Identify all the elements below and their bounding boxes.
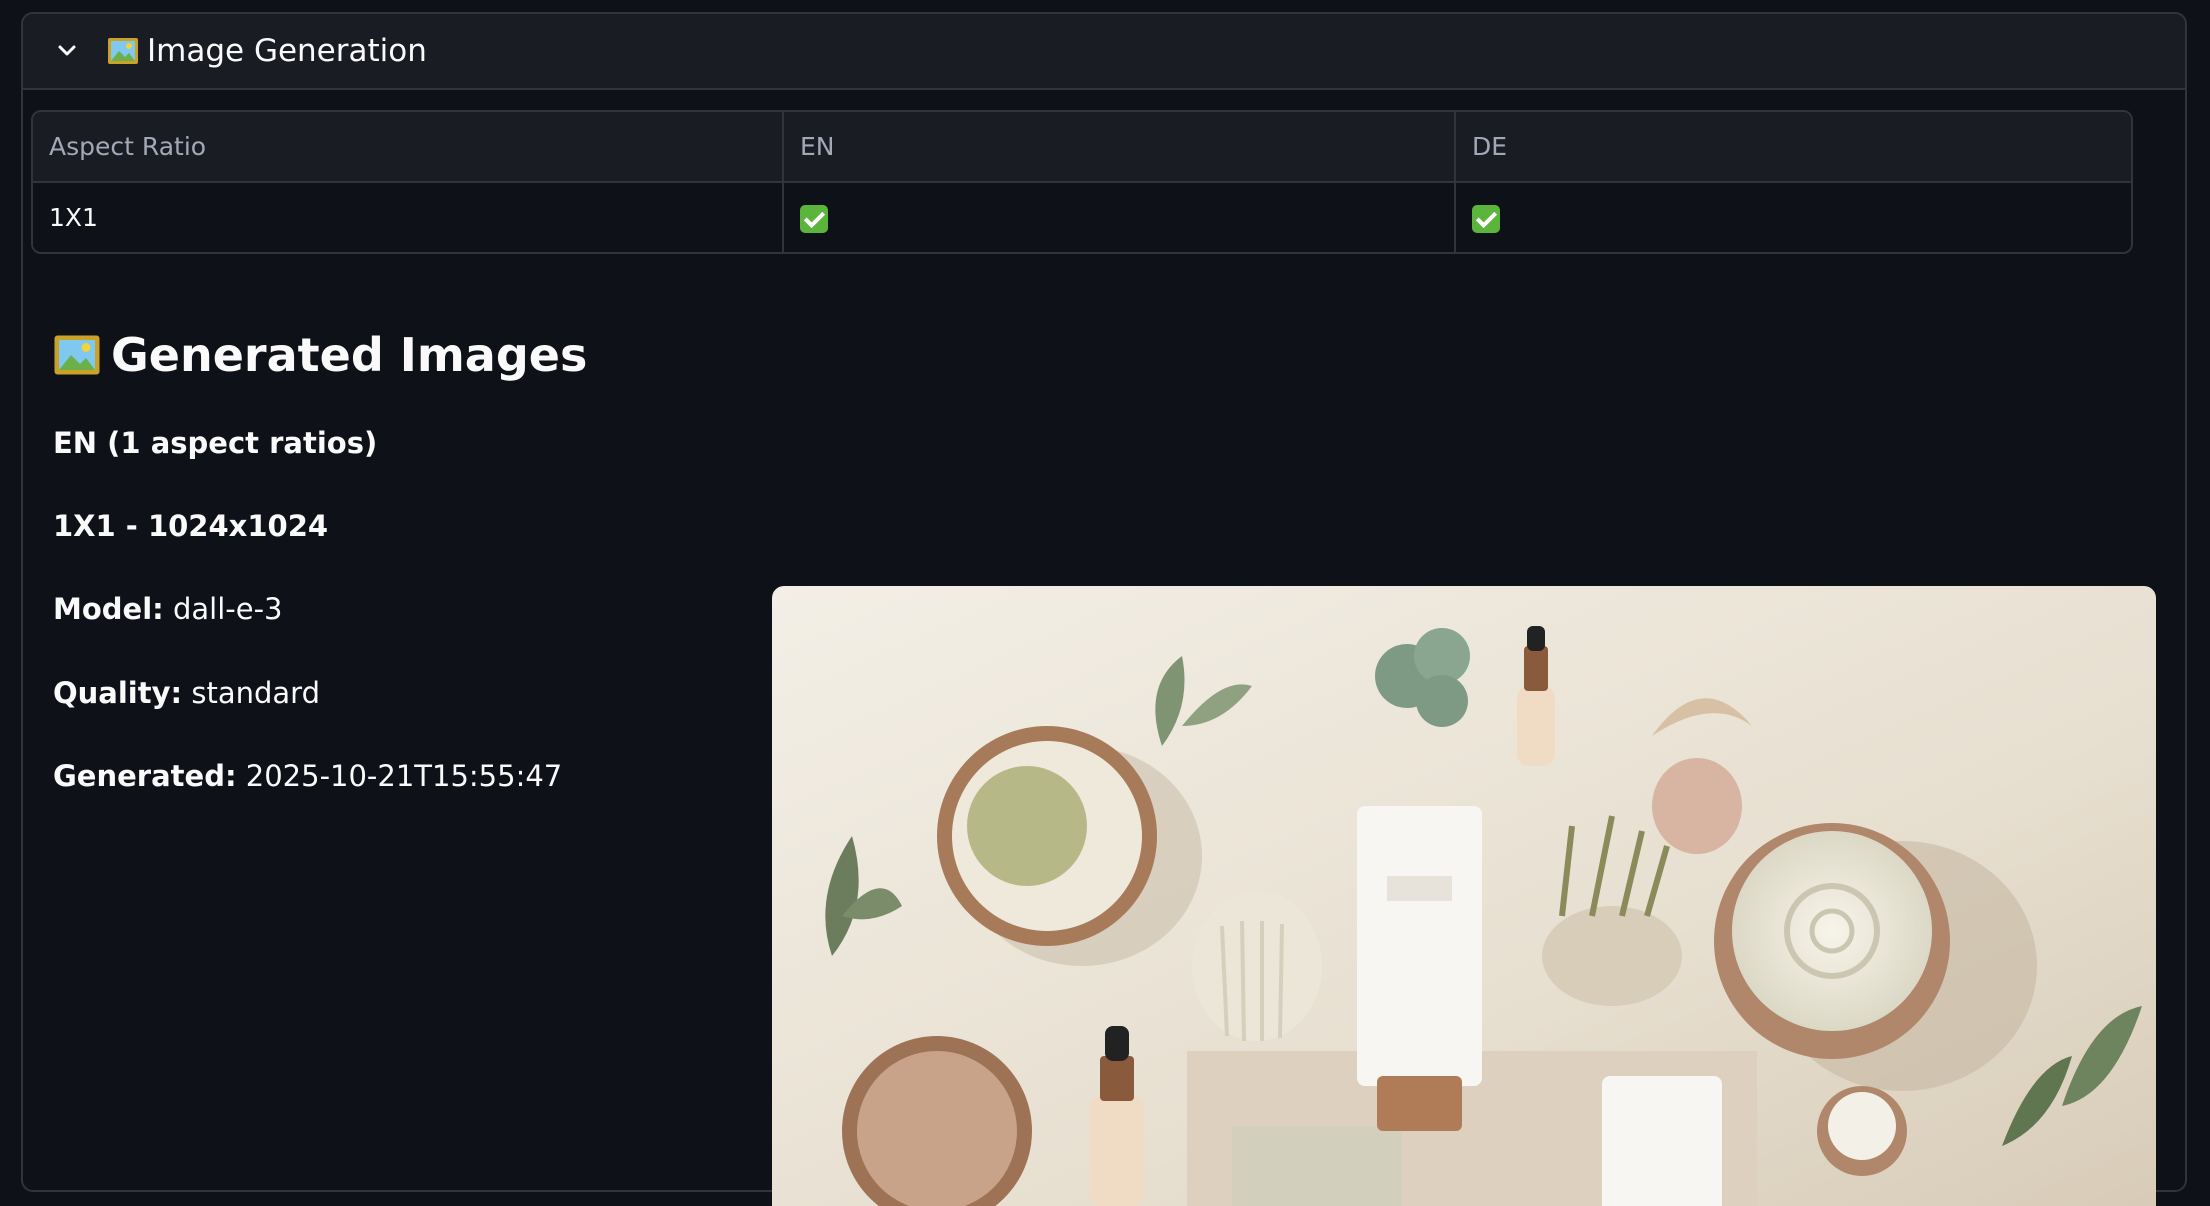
column-header-de[interactable]: DE bbox=[1455, 112, 2131, 183]
expander-header[interactable]: Image Generation bbox=[23, 14, 2185, 90]
status-table: Aspect Ratio EN DE 1X1 bbox=[31, 110, 2133, 254]
generated-line: Generated: 2025-10-21T15:55:47 bbox=[53, 759, 562, 793]
heading-text: Generated Images bbox=[111, 328, 588, 382]
product-flatlay-illustration bbox=[772, 586, 2156, 1206]
language-header: EN (1 aspect ratios) bbox=[53, 426, 378, 460]
cell-aspect-ratio[interactable]: 1X1 bbox=[33, 182, 784, 252]
model-label: Model: bbox=[53, 592, 164, 626]
framed-picture-icon bbox=[53, 331, 101, 379]
table-header-row: Aspect Ratio EN DE bbox=[33, 112, 2131, 183]
table-row: 1X1 bbox=[33, 182, 2131, 252]
generated-label: Generated: bbox=[53, 759, 237, 793]
ratio-header: 1X1 - 1024x1024 bbox=[53, 509, 329, 543]
quality-label: Quality: bbox=[53, 676, 183, 710]
generated-value: 2025-10-21T15:55:47 bbox=[245, 759, 563, 793]
cell-de[interactable] bbox=[1455, 182, 2131, 252]
model-value: dall-e-3 bbox=[172, 592, 283, 626]
column-header-aspect-ratio[interactable]: Aspect Ratio bbox=[33, 112, 784, 183]
framed-picture-icon bbox=[107, 35, 139, 67]
check-mark-button-icon bbox=[800, 204, 828, 233]
model-line: Model: dall-e-3 bbox=[53, 592, 282, 626]
chevron-down-icon[interactable] bbox=[53, 37, 81, 65]
column-header-en[interactable]: EN bbox=[783, 112, 1456, 183]
quality-line: Quality: standard bbox=[53, 676, 320, 710]
expander-title: Image Generation bbox=[147, 33, 427, 69]
generated-images-heading: Generated Images bbox=[53, 328, 587, 382]
cell-en[interactable] bbox=[783, 182, 1456, 252]
quality-value: standard bbox=[191, 676, 320, 710]
check-mark-button-icon bbox=[1472, 204, 1500, 233]
generated-image[interactable] bbox=[772, 586, 2156, 1206]
